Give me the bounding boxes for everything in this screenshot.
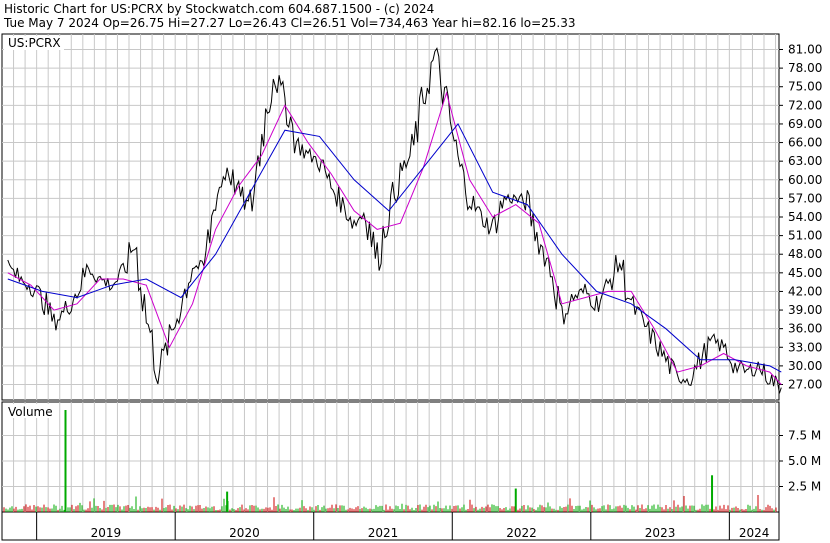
year-label: 2020 xyxy=(229,526,260,540)
price-y-tick-label: 30.00 xyxy=(788,359,822,373)
volume-panel-label: Volume xyxy=(8,405,53,419)
volume-y-tick-label: 2.5 M xyxy=(788,480,821,494)
year-label: 2023 xyxy=(645,526,676,540)
price-y-tick-label: 36.00 xyxy=(788,322,822,336)
volume-y-tick-label: 5.0 M xyxy=(788,454,821,468)
price-y-tick-label: 60.00 xyxy=(788,173,822,187)
volume-y-axis: 7.5 M 5.0 M 2.5 M xyxy=(779,429,821,494)
price-y-tick-label: 48.00 xyxy=(788,247,822,261)
price-y-tick-label: 72.00 xyxy=(788,98,822,112)
price-y-tick-label: 63.00 xyxy=(788,154,822,168)
year-label: 2021 xyxy=(368,526,399,540)
price-y-tick-label: 69.00 xyxy=(788,117,822,131)
volume-panel-frame xyxy=(1,401,780,513)
price-y-tick-label: 33.00 xyxy=(788,340,822,354)
price-y-tick-label: 39.00 xyxy=(788,303,822,317)
price-y-tick-label: 81.00 xyxy=(788,43,822,57)
year-label: 2024 xyxy=(739,526,770,540)
price-y-tick-label: 51.00 xyxy=(788,229,822,243)
volume-y-tick-label: 7.5 M xyxy=(788,429,821,443)
header: Historic Chart for US:PCRX by Stockwatch… xyxy=(3,2,576,30)
stock-chart: Historic Chart for US:PCRX by Stockwatch… xyxy=(1,2,822,541)
year-label: 2022 xyxy=(506,526,537,540)
price-y-tick-label: 75.00 xyxy=(788,80,822,94)
price-y-tick-label: 66.00 xyxy=(788,136,822,150)
header-quote: Tue May 7 2024 Op=26.75 Hi=27.27 Lo=26.4… xyxy=(3,16,576,30)
year-label: 2019 xyxy=(91,526,122,540)
header-title: Historic Chart for US:PCRX by Stockwatch… xyxy=(4,2,434,16)
price-panel-label: US:PCRX xyxy=(8,36,61,50)
price-y-tick-label: 42.00 xyxy=(788,284,822,298)
price-y-tick-label: 45.00 xyxy=(788,266,822,280)
price-y-tick-label: 27.00 xyxy=(788,377,822,391)
price-y-tick-label: 57.00 xyxy=(788,191,822,205)
price-y-axis: 81.00 78.00 75.00 72.00 69.00 66.00 63.00 60.00… xyxy=(779,43,822,391)
price-y-tick-label: 54.00 xyxy=(788,210,822,224)
price-y-tick-label: 78.00 xyxy=(788,61,822,75)
